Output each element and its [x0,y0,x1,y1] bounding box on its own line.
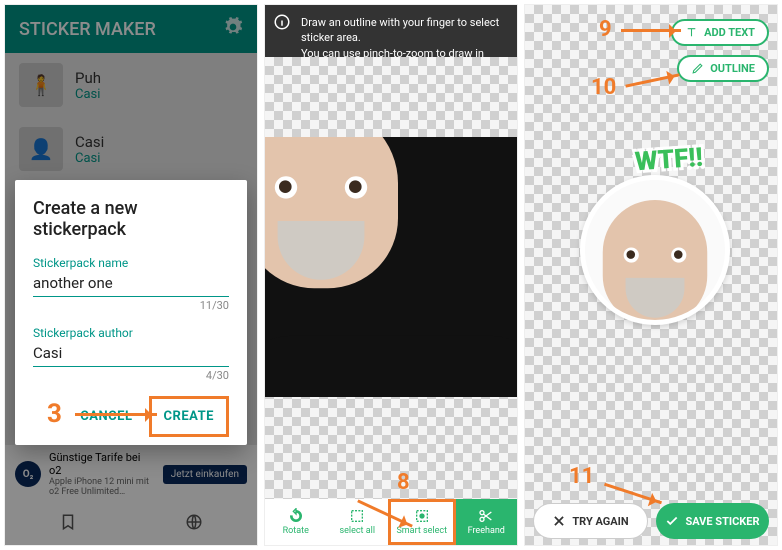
banner-line1: Draw an outline with your finger to sele… [301,15,507,46]
annotation-number-3: 3 [47,399,62,429]
freehand-tool[interactable]: Freehand [456,499,518,545]
save-label: SAVE STICKER [685,515,759,528]
scissors-icon [478,508,494,524]
source-photo[interactable] [265,137,517,397]
try-again-label: TRY AGAIN [572,515,628,528]
sticker-preview[interactable] [580,175,730,325]
dialog-title: Create a new stickerpack [33,198,229,240]
annotation-number-11: 11 [569,464,594,489]
annotation-arrow [75,413,157,416]
select-all-tool[interactable]: select all [327,499,389,545]
outline-button[interactable]: OUTLINE [677,55,769,82]
crop-toolbar: Rotate select all Smart select Freehand [265,499,517,545]
annotation-arrow [621,29,681,32]
sticker-text-overlay[interactable]: WTF!! [634,143,704,178]
close-icon [552,514,566,528]
stickerpack-author-input[interactable] [33,340,229,367]
annotation-number-10: 10 [591,75,616,100]
save-sticker-button[interactable]: SAVE STICKER [656,503,769,539]
stickerpack-name-input[interactable] [33,270,229,297]
name-counter: 11/30 [33,299,229,312]
rotate-tool[interactable]: Rotate [265,499,327,545]
select-all-icon [349,508,365,524]
select-all-label: select all [339,526,375,536]
screen-select-area: Draw an outline with your finger to sele… [264,4,518,546]
add-text-label: ADD TEXT [704,26,755,39]
rotate-icon [288,508,304,524]
outline-label: OUTLINE [710,62,755,75]
screen-create-dialog: STICKER MAKER 🧍 Puh Casi 👤 Casi Casi O₂ … [4,4,258,546]
create-button[interactable]: CREATE [149,396,229,437]
check-icon [665,514,679,528]
try-again-button[interactable]: TRY AGAIN [533,503,648,539]
text-icon [685,26,698,39]
screen-edit-sticker: ADD TEXT OUTLINE WTF!! TRY AGAIN SAVE ST… [524,4,778,546]
editor-canvas[interactable] [265,57,517,499]
author-label: Stickerpack author [33,326,229,340]
sticker-actions: TRY AGAIN SAVE STICKER [525,503,777,539]
pencil-icon [691,62,704,75]
dialog-actions: CANCEL CREATE [33,396,229,437]
annotation-number-9: 9 [599,17,612,42]
add-text-button[interactable]: ADD TEXT [671,19,769,46]
smart-select-tool[interactable]: Smart select [388,499,456,545]
info-icon [273,13,291,31]
freehand-label: Freehand [468,526,505,536]
rotate-label: Rotate [283,526,309,536]
name-label: Stickerpack name [33,256,229,270]
annotation-number-8: 8 [397,470,410,495]
author-counter: 4/30 [33,369,229,382]
cancel-button[interactable]: CANCEL [68,396,144,437]
